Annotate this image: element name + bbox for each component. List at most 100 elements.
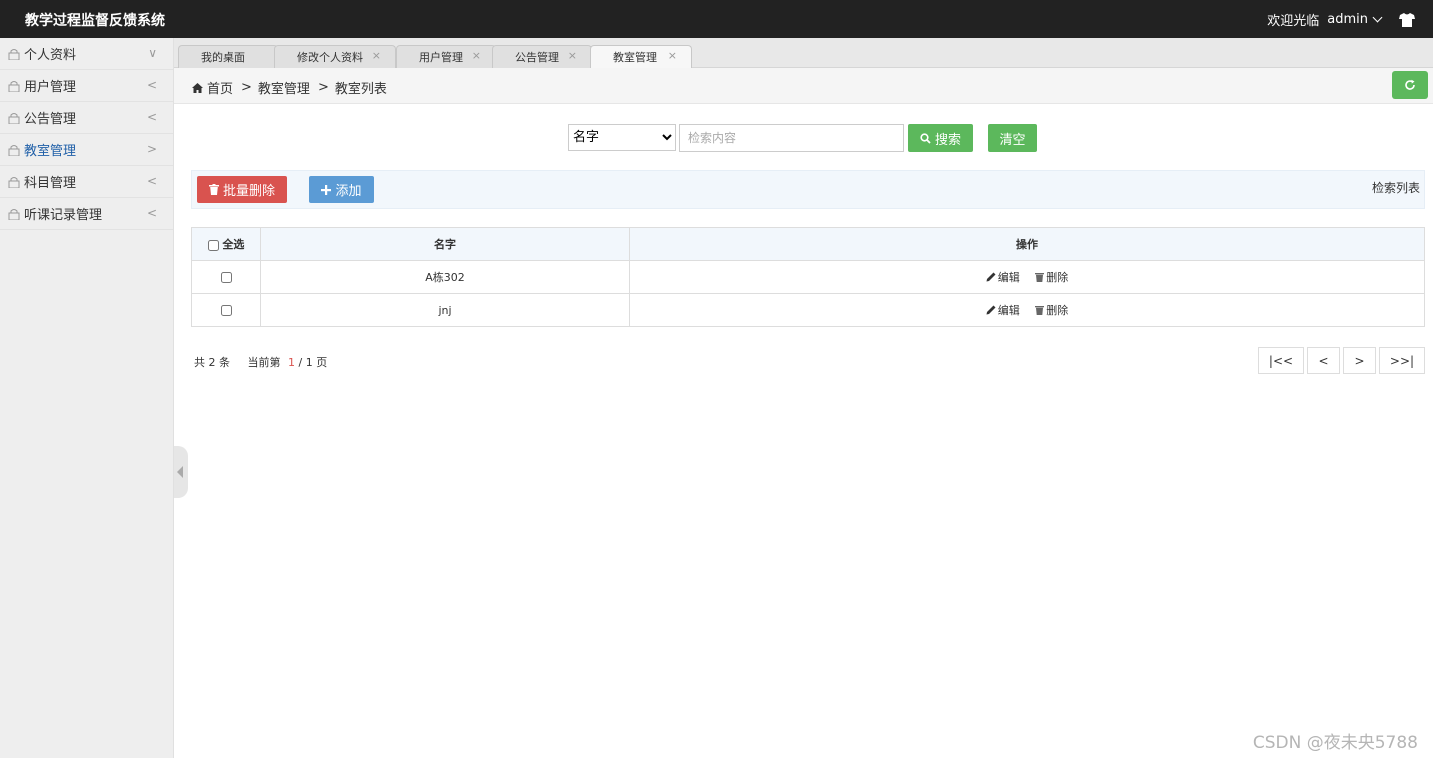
breadcrumb-home[interactable]: 首页	[207, 78, 233, 97]
sidebar-item-label: 公告管理	[24, 112, 77, 127]
sidebar-item-subjects[interactable]: 科目管理 <	[0, 166, 173, 198]
row-actions-cell: 编辑 删除	[629, 260, 1425, 294]
sidebar-item-label: 个人资料	[24, 48, 77, 63]
search-button-label: 搜索	[934, 131, 961, 147]
close-icon[interactable]: ×	[668, 49, 677, 62]
action-bar: 检索列表	[191, 170, 1425, 209]
row-actions-cell: 编辑 删除	[629, 293, 1425, 327]
classroom-table: 全选 名字 操作 A栋302 编辑 删除 jnj 编辑 删除	[191, 227, 1425, 327]
breadcrumb-current: 教室列表	[334, 82, 387, 97]
tab-users[interactable]: 用户管理 ×	[396, 45, 496, 68]
plus-icon	[321, 184, 332, 195]
tab-bar: 我的桌面 修改个人资料 × 用户管理 × 公告管理 × 教室管理 ×	[174, 38, 1433, 68]
sidebar-item-profile[interactable]: 个人资料 ∨	[0, 38, 173, 70]
tab-label: 我的桌面	[201, 51, 245, 64]
tab-edit-profile[interactable]: 修改个人资料 ×	[274, 45, 396, 68]
close-icon[interactable]: ×	[472, 49, 481, 62]
next-page-button[interactable]: >	[1343, 347, 1376, 374]
total-pages: 1	[305, 356, 313, 369]
app-title: 教学过程监督反馈系统	[25, 13, 165, 29]
sidebar-collapse-handle[interactable]	[174, 446, 188, 498]
sidebar-item-label: 听课记录管理	[24, 208, 103, 223]
topbar-user-area: 欢迎光临 admin	[1267, 10, 1415, 29]
pencil-icon	[986, 305, 996, 315]
sidebar-item-announcements[interactable]: 公告管理 <	[0, 102, 173, 134]
expand-arrow-icon: >	[146, 142, 157, 156]
list-title: 检索列表	[1371, 181, 1420, 195]
close-icon[interactable]: ×	[372, 49, 381, 62]
prev-page-button[interactable]: <	[1307, 347, 1340, 374]
column-header-actions: 操作	[629, 227, 1425, 261]
row-checkbox-cell	[191, 293, 261, 327]
trash-icon	[1035, 306, 1045, 315]
delete-button[interactable]: 删除	[1035, 302, 1068, 318]
sidebar-item-lecture-records[interactable]: 听课记录管理 <	[0, 198, 173, 230]
current-prefix: 当前第	[247, 356, 281, 369]
table-row: A栋302 编辑 删除	[191, 260, 1425, 294]
chevron-down-icon	[1372, 12, 1383, 23]
table-header-row: 全选 名字 操作	[191, 227, 1425, 261]
batch-delete-label: 批量删除	[222, 183, 275, 198]
refresh-icon	[1405, 79, 1415, 90]
tab-label: 公告管理	[515, 51, 559, 64]
search-field-select[interactable]: 名字	[568, 124, 676, 151]
pages-suffix: 页	[316, 356, 328, 369]
sidebar-item-users[interactable]: 用户管理 <	[0, 70, 173, 102]
add-button-label: 添加	[335, 183, 362, 198]
tab-announcements[interactable]: 公告管理 ×	[492, 45, 592, 68]
lock-icon	[8, 112, 20, 124]
add-button[interactable]: 添加	[309, 176, 374, 203]
select-all-header: 全选	[191, 227, 261, 261]
sidebar-item-label: 科目管理	[24, 176, 77, 191]
sidebar-item-classrooms[interactable]: 教室管理 >	[0, 134, 173, 166]
welcome-text: 欢迎光临	[1267, 14, 1320, 29]
edit-label: 编辑	[997, 271, 1020, 284]
first-page-button[interactable]: |<<	[1258, 347, 1304, 374]
sidebar-item-label: 教室管理	[24, 144, 77, 159]
batch-delete-button[interactable]: 批量删除	[197, 176, 287, 203]
sidebar-item-label: 用户管理	[24, 80, 77, 95]
expand-arrow-icon: <	[146, 174, 157, 188]
row-checkbox-cell	[191, 260, 261, 294]
lock-icon	[8, 80, 20, 92]
clear-button[interactable]: 清空	[988, 124, 1037, 152]
user-menu[interactable]: admin	[1327, 12, 1383, 27]
select-all-label: 全选	[222, 238, 245, 251]
theme-shirt-icon[interactable]	[1399, 12, 1415, 27]
total-suffix: 条	[219, 356, 230, 369]
trash-icon	[1035, 273, 1045, 282]
breadcrumb-separator: >	[241, 80, 252, 95]
lock-icon	[8, 144, 20, 156]
total-prefix: 共	[194, 356, 205, 369]
lock-icon	[8, 176, 20, 188]
tab-desktop[interactable]: 我的桌面	[178, 45, 278, 68]
select-all-checkbox[interactable]	[207, 239, 219, 251]
expand-arrow-icon: <	[146, 78, 157, 92]
close-icon[interactable]: ×	[568, 49, 577, 62]
total-count: 2	[208, 356, 216, 369]
breadcrumb-bar: 首页 > 教室管理 > 教室列表	[174, 68, 1433, 104]
last-page-button[interactable]: >>|	[1379, 347, 1425, 374]
row-checkbox[interactable]	[220, 305, 232, 316]
tab-label: 教室管理	[613, 51, 657, 64]
delete-button[interactable]: 删除	[1035, 269, 1068, 285]
search-input[interactable]	[679, 124, 904, 152]
pagination-info: 共 2 条 当前第 1 / 1 页	[194, 354, 327, 370]
edit-button[interactable]: 编辑	[986, 302, 1020, 318]
top-bar: 教学过程监督反馈系统 欢迎光临 admin	[0, 0, 1433, 38]
tab-label: 用户管理	[419, 51, 463, 64]
table-row: jnj 编辑 删除	[191, 293, 1425, 327]
search-button[interactable]: 搜索	[908, 124, 973, 152]
tab-label: 修改个人资料	[297, 51, 363, 64]
tab-classrooms[interactable]: 教室管理 ×	[590, 45, 692, 68]
expand-arrow-icon: ∨	[148, 46, 157, 60]
breadcrumb-parent[interactable]: 教室管理	[258, 78, 310, 97]
refresh-button[interactable]	[1392, 71, 1428, 99]
username: admin	[1327, 12, 1368, 27]
row-checkbox[interactable]	[220, 272, 232, 283]
delete-label: 删除	[1046, 271, 1069, 284]
row-name-cell: jnj	[260, 293, 630, 327]
column-header-name: 名字	[260, 227, 630, 261]
edit-button[interactable]: 编辑	[986, 269, 1020, 285]
breadcrumb: 首页 > 教室管理 > 教室列表	[192, 78, 387, 97]
